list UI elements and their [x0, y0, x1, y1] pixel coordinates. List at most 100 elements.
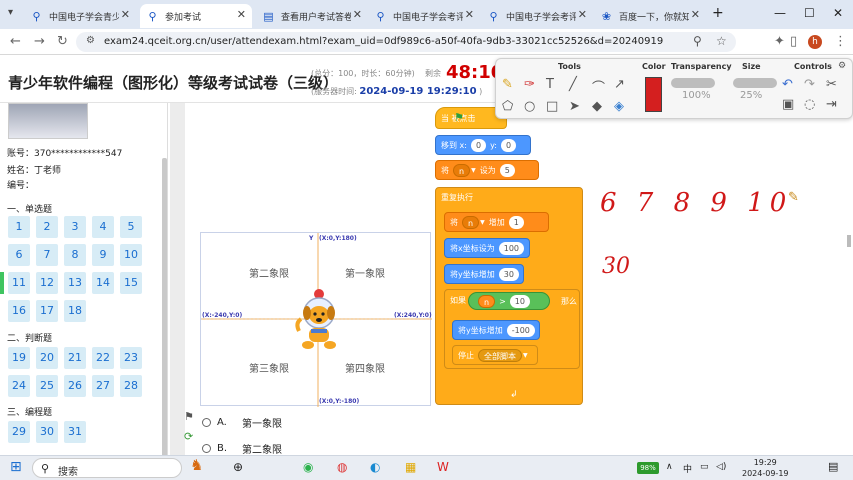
pencil-icon[interactable]: ✎	[502, 77, 513, 92]
clear-icon[interactable]: ◈	[614, 99, 624, 114]
dropdown-arrow-icon[interactable]: ▼	[471, 167, 476, 174]
camera-icon[interactable]: ▣	[782, 97, 794, 112]
eraser-icon[interactable]: ◆	[592, 99, 602, 114]
url-text[interactable]: exam24.qceit.org.cn/user/attendexam.html…	[104, 36, 664, 47]
option-a[interactable]: A. 第一象限	[184, 415, 282, 430]
close-icon[interactable]: ✕	[121, 8, 130, 21]
question-number-button[interactable]: 11	[8, 272, 30, 294]
volume-icon[interactable]: ◁)	[716, 462, 726, 472]
sidebar-scrollbar[interactable]	[162, 158, 167, 455]
question-number-button[interactable]: 2	[36, 216, 58, 238]
windows-start-icon[interactable]: ⊞	[10, 459, 22, 475]
text-icon[interactable]: T	[546, 77, 554, 92]
stop-block[interactable]: 停止 全部脚本 ▼	[452, 345, 538, 365]
question-number-button[interactable]: 27	[92, 375, 114, 397]
close-window-icon[interactable]: ✕	[833, 6, 843, 20]
radio-b[interactable]	[202, 444, 211, 453]
clear-all-icon[interactable]: ✂	[826, 77, 837, 92]
question-number-button[interactable]: 30	[36, 421, 58, 443]
radio-a[interactable]	[202, 418, 211, 427]
question-number-button[interactable]: 19	[8, 347, 30, 369]
mascot-icon[interactable]: ♞	[190, 456, 203, 474]
size-slider[interactable]	[733, 78, 777, 88]
extensions-icon[interactable]: ✦	[774, 34, 785, 49]
search-icon[interactable]: ⚲	[693, 34, 702, 48]
set-x-block[interactable]: 将x坐标设为 100	[444, 238, 530, 258]
question-number-button[interactable]: 5	[120, 216, 142, 238]
option-b[interactable]: B. 第二象限	[184, 441, 282, 456]
question-number-button[interactable]: 25	[36, 375, 58, 397]
active-color-swatch[interactable]	[645, 77, 662, 112]
wechat-icon[interactable]: ◉	[303, 460, 313, 474]
settings-gear-icon[interactable]: ⚙	[838, 61, 846, 71]
circle-icon[interactable]: ○	[524, 99, 535, 114]
chrome-icon[interactable]: ◍	[337, 460, 347, 474]
battery-indicator[interactable]: 98%	[637, 462, 659, 474]
exit-icon[interactable]: ⇥	[826, 97, 837, 112]
curve-icon[interactable]: ⌒	[592, 77, 605, 96]
question-number-button[interactable]: 10	[120, 244, 142, 266]
question-number-button[interactable]: 31	[64, 421, 86, 443]
maximize-icon[interactable]: ☐	[804, 6, 815, 20]
question-number-button[interactable]: 3	[64, 216, 86, 238]
reload-icon[interactable]: ↻	[57, 34, 68, 49]
avatar[interactable]: h	[808, 35, 822, 49]
question-number-button[interactable]: 7	[36, 244, 58, 266]
back-icon[interactable]: ←	[10, 34, 21, 49]
question-number-button[interactable]: 22	[92, 347, 114, 369]
close-icon[interactable]: ✕	[353, 8, 362, 21]
question-number-button[interactable]: 18	[64, 300, 86, 322]
question-number-button[interactable]: 15	[120, 272, 142, 294]
question-number-button[interactable]: 8	[64, 244, 86, 266]
question-number-button[interactable]: 1	[8, 216, 30, 238]
wps-icon[interactable]: W	[437, 460, 449, 474]
dropdown-arrow-icon[interactable]: ▼	[480, 219, 485, 226]
question-number-button[interactable]: 6	[8, 244, 30, 266]
question-number-button[interactable]: 29	[8, 421, 30, 443]
tab-6[interactable]: ❀ 百度一下，你就知 ✕	[594, 4, 706, 28]
page-scrollbar[interactable]	[847, 235, 851, 247]
tab-2[interactable]: ⚲ 参加考试 ✕	[140, 4, 252, 28]
network-icon[interactable]: ▭	[700, 462, 709, 472]
question-number-button[interactable]: 26	[64, 375, 86, 397]
question-number-button[interactable]: 20	[36, 347, 58, 369]
close-icon[interactable]: ✕	[691, 8, 700, 21]
question-number-button[interactable]: 17	[36, 300, 58, 322]
task-view-icon[interactable]: ⊕	[233, 460, 243, 474]
split-icon[interactable]: ▯	[790, 34, 797, 49]
close-icon[interactable]: ✕	[578, 8, 587, 21]
dropdown-arrow-icon[interactable]: ▼	[523, 352, 528, 359]
question-number-button[interactable]: 23	[120, 347, 142, 369]
files-icon[interactable]: ▦	[405, 460, 416, 474]
question-number-button[interactable]: 24	[8, 375, 30, 397]
edge-icon[interactable]: ◐	[370, 460, 380, 474]
question-number-button[interactable]: 9	[92, 244, 114, 266]
redo-icon[interactable]: ↷	[804, 77, 815, 92]
goto-block[interactable]: 移到 x: 0 y: 0	[435, 135, 531, 155]
tab-5[interactable]: ⚲ 中国电子学会考评 ✕	[481, 4, 593, 28]
chevron-up-icon[interactable]: ∧	[666, 462, 673, 472]
question-number-button[interactable]: 28	[120, 375, 142, 397]
select-arrow-icon[interactable]: ➤	[569, 99, 580, 114]
close-icon[interactable]: ✕	[237, 8, 246, 21]
tab-1[interactable]: ⚲ 中国电子学会青少 ✕	[24, 4, 136, 28]
forward-icon[interactable]: →	[34, 34, 45, 49]
ime-indicator[interactable]: 中	[683, 462, 692, 475]
question-number-button[interactable]: 12	[36, 272, 58, 294]
change-y-block[interactable]: 将y坐标增加 30	[444, 264, 524, 284]
line-icon[interactable]: ╱	[569, 77, 577, 92]
question-number-button[interactable]: 16	[8, 300, 30, 322]
greater-than-block[interactable]: n > 10	[468, 292, 550, 310]
undo-icon[interactable]: ↶	[782, 77, 793, 92]
transparency-slider[interactable]	[671, 78, 715, 88]
arrow-line-icon[interactable]: ↗	[614, 77, 625, 92]
question-number-button[interactable]: 4	[92, 216, 114, 238]
notification-icon[interactable]: ▤	[828, 460, 838, 473]
hide-icon[interactable]: ◌	[804, 97, 815, 112]
tab-4[interactable]: ⚲ 中国电子学会考评 ✕	[368, 4, 480, 28]
new-tab-button[interactable]: +	[712, 5, 724, 21]
question-number-button[interactable]: 21	[64, 347, 86, 369]
close-icon[interactable]: ✕	[465, 8, 474, 21]
change-y-block-2[interactable]: 将y坐标增加 -100	[452, 320, 540, 340]
pentagon-icon[interactable]: ⬠	[502, 99, 513, 114]
